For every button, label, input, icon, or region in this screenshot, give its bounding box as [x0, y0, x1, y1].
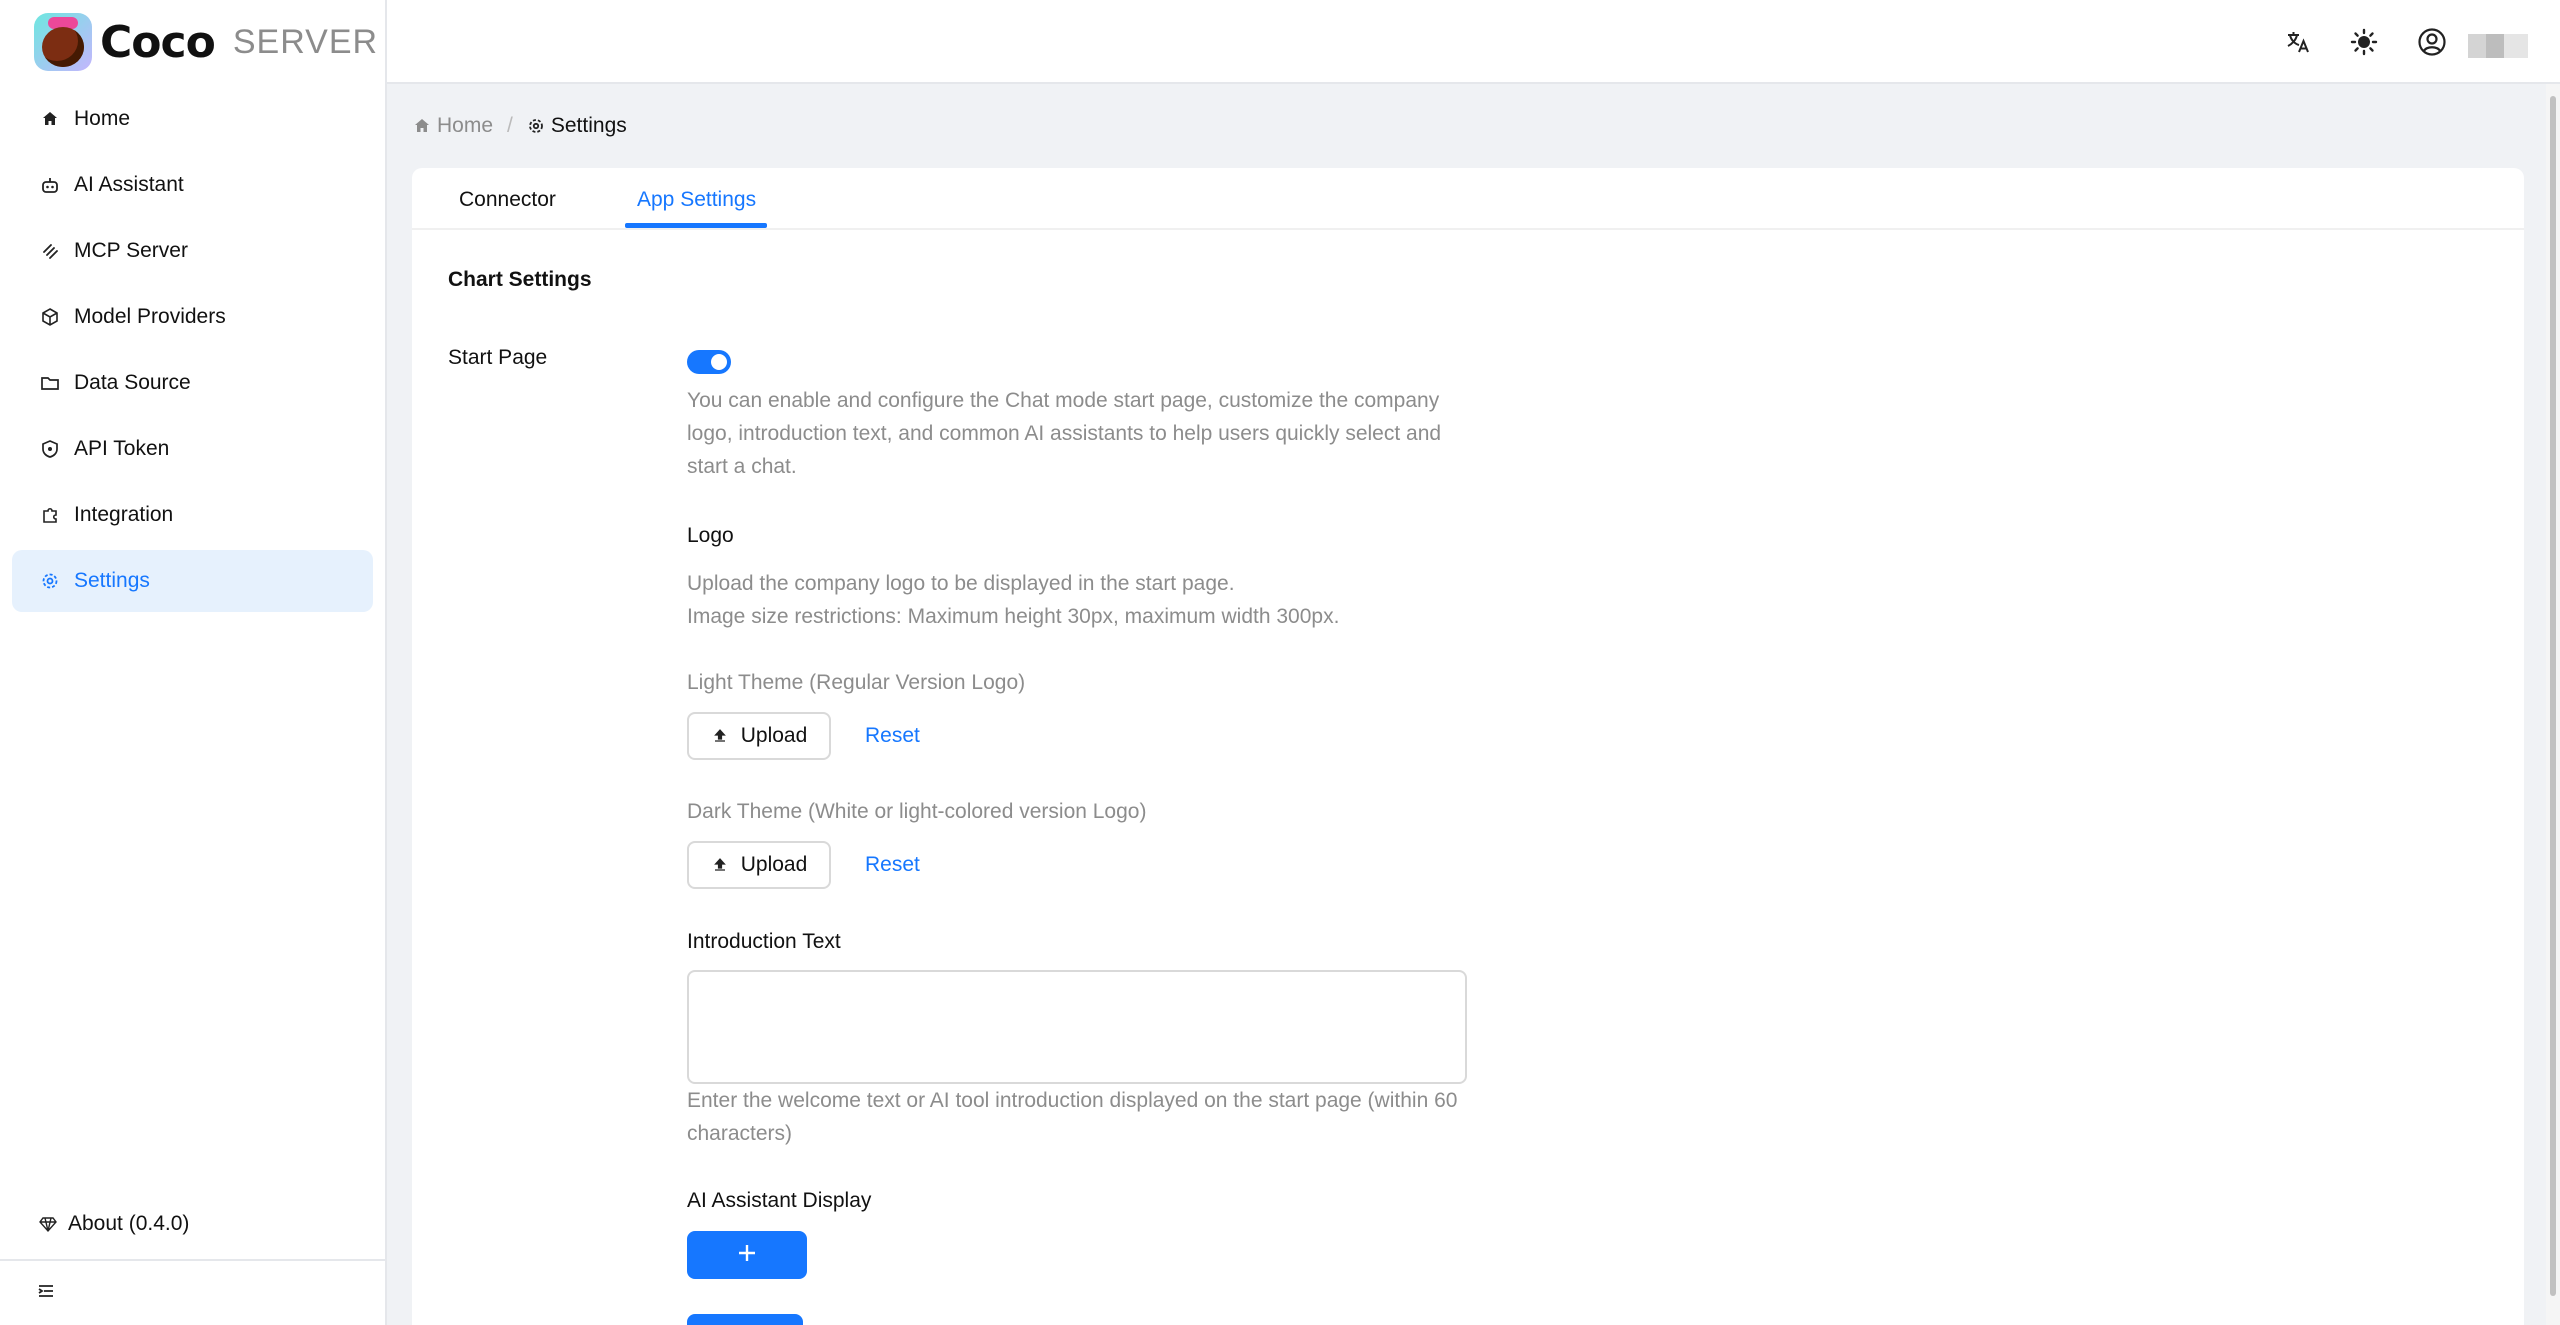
sidebar-item-api-token[interactable]: API Token: [12, 418, 373, 480]
light-logo-reset-link[interactable]: Reset: [865, 724, 920, 748]
dark-theme-label: Dark Theme (White or light-colored versi…: [687, 800, 1147, 823]
light-theme-label: Light Theme (Regular Version Logo): [687, 671, 1026, 694]
dark-logo-upload-button[interactable]: Upload: [687, 841, 831, 889]
app-subtitle: SERVER: [232, 22, 379, 61]
user-avatar-icon[interactable]: [2416, 26, 2448, 58]
start-page-description: You can enable and configure the Chat mo…: [687, 389, 1442, 478]
sidebar-item-label: Settings: [74, 569, 150, 592]
sidebar-item-label: Integration: [74, 503, 174, 526]
about-label: About (0.4.0): [68, 1212, 190, 1235]
sidebar-item-integration[interactable]: Integration: [12, 484, 373, 546]
about-link[interactable]: About (0.4.0): [36, 1212, 189, 1236]
sidebar-item-mcp-server[interactable]: MCP Server: [12, 220, 373, 282]
introduction-title: Introduction Text: [687, 930, 841, 953]
breadcrumb: Home / Settings: [413, 114, 627, 138]
app-logo[interactable]: Coco SERVER: [0, 0, 385, 84]
upload-icon: [711, 856, 729, 874]
sidebar-item-data-source[interactable]: Data Source: [12, 352, 373, 414]
upload-icon: [711, 727, 729, 745]
theme-sun-icon[interactable]: [2348, 26, 2380, 58]
tab-app-settings[interactable]: App Settings: [637, 188, 756, 212]
breadcrumb-home-label: Home: [437, 114, 494, 137]
diamond-icon: [36, 1212, 60, 1236]
plus-icon: [736, 1242, 758, 1269]
shield-icon: [38, 437, 62, 461]
toggle-knob: [711, 354, 727, 370]
sidebar-item-ai-assistant[interactable]: AI Assistant: [12, 154, 373, 216]
tab-connector[interactable]: Connector: [459, 188, 556, 212]
logo-description-line1: Upload the company logo to be displayed …: [687, 572, 1235, 595]
sidebar-item-label: AI Assistant: [74, 173, 184, 196]
puzzle-icon: [38, 503, 62, 527]
cube-icon: [38, 305, 62, 329]
sidebar-item-label: Model Providers: [74, 305, 226, 328]
introduction-textarea[interactable]: [687, 970, 1467, 1084]
breadcrumb-current-label: Settings: [550, 114, 627, 137]
collapse-menu-icon: [36, 1281, 56, 1306]
save-button[interactable]: [687, 1314, 803, 1325]
gear-icon: [38, 569, 62, 593]
dark-logo-reset-link[interactable]: Reset: [865, 853, 920, 877]
settings-card: Connector App Settings Chart Settings St…: [412, 168, 2524, 1325]
home-icon: [38, 107, 62, 131]
upload-label: Upload: [740, 724, 808, 747]
sidebar: Coco SERVER Home AI Assistant MCP Server: [0, 0, 387, 1325]
breadcrumb-current: Settings: [527, 114, 627, 138]
sidebar-collapse-button[interactable]: [0, 1259, 385, 1325]
page-scrollbar[interactable]: [2546, 84, 2560, 1325]
start-page-label: Start Page: [448, 346, 548, 369]
scrollbar-thumb[interactable]: [2550, 96, 2556, 1296]
upload-label: Upload: [740, 853, 808, 876]
mcp-icon: [38, 239, 62, 263]
sidebar-item-model-providers[interactable]: Model Providers: [12, 286, 373, 348]
logo-description-line2: Image size restrictions: Maximum height …: [687, 605, 1340, 628]
sidebar-item-label: Home: [74, 107, 131, 130]
gear-icon: [527, 117, 545, 135]
folder-icon: [38, 371, 62, 395]
start-page-toggle[interactable]: [687, 350, 731, 374]
ai-assistant-display-title: AI Assistant Display: [687, 1189, 872, 1212]
breadcrumb-home[interactable]: Home: [413, 114, 493, 138]
top-header: [387, 0, 2560, 84]
sidebar-item-settings[interactable]: Settings: [12, 550, 373, 612]
coconut-logo-icon: [34, 13, 92, 71]
active-tab-indicator: [625, 223, 767, 228]
translate-icon[interactable]: [2282, 26, 2314, 58]
settings-tabs: Connector App Settings: [412, 168, 2524, 230]
breadcrumb-separator: /: [507, 114, 513, 137]
app-name: Coco: [100, 16, 216, 68]
robot-icon: [38, 173, 62, 197]
home-icon: [413, 117, 431, 135]
light-logo-upload-button[interactable]: Upload: [687, 712, 831, 760]
section-title: Chart Settings: [448, 268, 592, 291]
sidebar-item-home[interactable]: Home: [12, 88, 373, 150]
sidebar-nav: Home AI Assistant MCP Server Model Provi…: [0, 88, 385, 612]
add-assistant-button[interactable]: [687, 1231, 807, 1279]
logo-title: Logo: [687, 524, 734, 547]
sidebar-item-label: MCP Server: [74, 239, 188, 262]
sidebar-item-label: Data Source: [74, 371, 191, 394]
sidebar-item-label: API Token: [74, 437, 170, 460]
introduction-hint: Enter the welcome text or AI tool introd…: [687, 1089, 1458, 1145]
user-name-redacted[interactable]: [2468, 34, 2528, 58]
